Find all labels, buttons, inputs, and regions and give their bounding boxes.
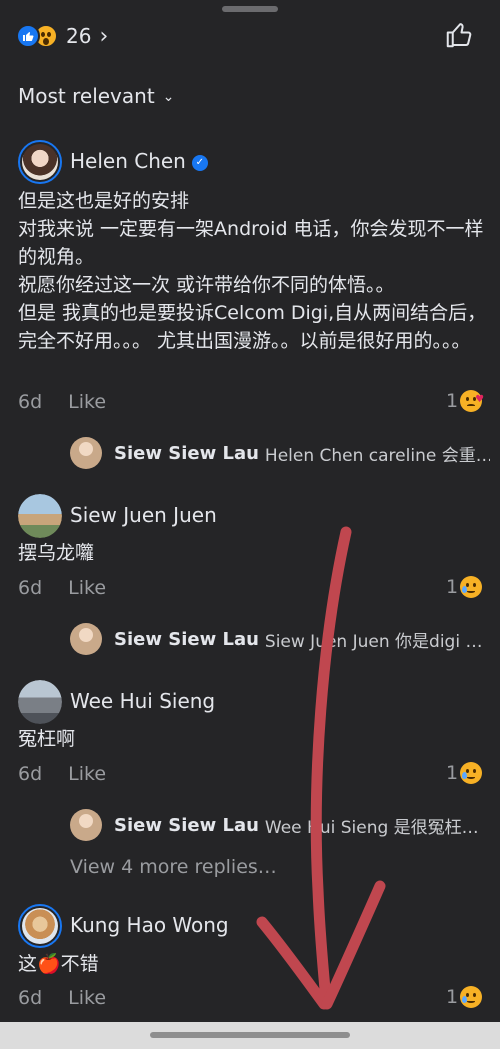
like-icon bbox=[16, 24, 40, 48]
like-button[interactable]: Like bbox=[68, 577, 106, 599]
avatar[interactable] bbox=[18, 140, 62, 184]
reactions-summary[interactable]: 26 › bbox=[16, 22, 108, 50]
avatar bbox=[70, 623, 102, 655]
comment-reactions[interactable]: 1 ♥ bbox=[446, 390, 484, 412]
comment-time: 6d bbox=[18, 391, 43, 413]
sort-dropdown[interactable]: Most relevant ⌄ bbox=[18, 84, 174, 108]
comment-meta: 6d Like bbox=[18, 987, 106, 1009]
chevron-right-icon: › bbox=[99, 23, 109, 49]
commenter-name[interactable]: Helen Chen ✓ bbox=[70, 149, 208, 173]
avatar[interactable] bbox=[18, 494, 62, 538]
drag-handle[interactable] bbox=[222, 6, 278, 12]
kiss-heart-emoji-icon: ♥ bbox=[460, 390, 484, 412]
comment-meta: 6d Like bbox=[18, 763, 106, 785]
comment-time: 6d bbox=[18, 577, 43, 599]
reply-text: Wee Hui Sieng 是很冤枉… bbox=[264, 817, 479, 838]
reply-text: Siew Juen Juen 你是digi … bbox=[264, 631, 483, 652]
reply-text: Helen Chen careline 会重… bbox=[264, 445, 490, 466]
comment-text: 摆乌龙囖 bbox=[18, 542, 95, 564]
reaction-count: 1 bbox=[446, 762, 459, 784]
reaction-count: 1 bbox=[446, 390, 459, 412]
comment-time: 6d bbox=[18, 763, 43, 785]
verified-badge-icon: ✓ bbox=[191, 154, 208, 171]
comment-text: 但是这也是好的安排 对我来说 一定要有一架Android 电话，你会发现不一样的… bbox=[18, 190, 487, 352]
avatar[interactable] bbox=[18, 680, 62, 724]
reply-preview[interactable]: Siew Siew Lau Helen Chen careline 会重… bbox=[70, 436, 490, 470]
reply-preview[interactable]: Siew Siew Lau Siew Juen Juen 你是digi … bbox=[70, 622, 490, 656]
reaction-count: 1 bbox=[446, 576, 459, 598]
comment-text: 冤枉啊 bbox=[18, 728, 76, 750]
avatar bbox=[70, 437, 102, 469]
like-button[interactable]: Like bbox=[68, 763, 106, 785]
home-indicator[interactable] bbox=[150, 1032, 350, 1038]
comment-reactions[interactable]: 1 bbox=[446, 986, 483, 1008]
reaction-count: 1 bbox=[446, 986, 459, 1008]
like-button[interactable]: Like bbox=[68, 987, 106, 1009]
sad-emoji-icon bbox=[460, 986, 483, 1008]
reply-author: Siew Siew Lau bbox=[114, 814, 259, 836]
reply-author: Siew Siew Lau bbox=[114, 628, 259, 650]
comment-meta: 6d Like bbox=[18, 577, 106, 599]
avatar bbox=[70, 809, 102, 841]
sad-emoji-icon bbox=[460, 576, 483, 598]
reply-preview[interactable]: Siew Siew Lau Wee Hui Sieng 是很冤枉… bbox=[70, 808, 490, 842]
chevron-down-icon: ⌄ bbox=[162, 89, 175, 105]
like-button[interactable]: Like bbox=[68, 391, 106, 413]
system-nav-bar bbox=[0, 1022, 500, 1049]
comments-sheet: 26 › Most relevant ⌄ Helen Chen ✓ 但是这也是好的… bbox=[0, 0, 500, 1022]
comment-time: 6d bbox=[18, 987, 43, 1009]
commenter-name[interactable]: Kung Hao Wong bbox=[70, 913, 229, 937]
sad-emoji-icon bbox=[460, 762, 483, 784]
commenter-name[interactable]: Siew Juen Juen bbox=[70, 503, 217, 527]
view-more-replies-link[interactable]: View 4 more replies… bbox=[70, 856, 277, 878]
commenter-name[interactable]: Wee Hui Sieng bbox=[70, 689, 215, 713]
reaction-count: 26 bbox=[66, 24, 92, 48]
comment-reactions[interactable]: 1 bbox=[446, 762, 483, 784]
comment-text: 这🍎不错 bbox=[18, 953, 99, 975]
comment-reactions[interactable]: 1 bbox=[446, 576, 483, 598]
avatar[interactable] bbox=[18, 904, 62, 948]
thumbs-up-outline-icon[interactable] bbox=[444, 20, 474, 50]
sort-label: Most relevant bbox=[18, 84, 155, 108]
comment-meta: 6d Like bbox=[18, 391, 106, 413]
reply-author: Siew Siew Lau bbox=[114, 442, 259, 464]
